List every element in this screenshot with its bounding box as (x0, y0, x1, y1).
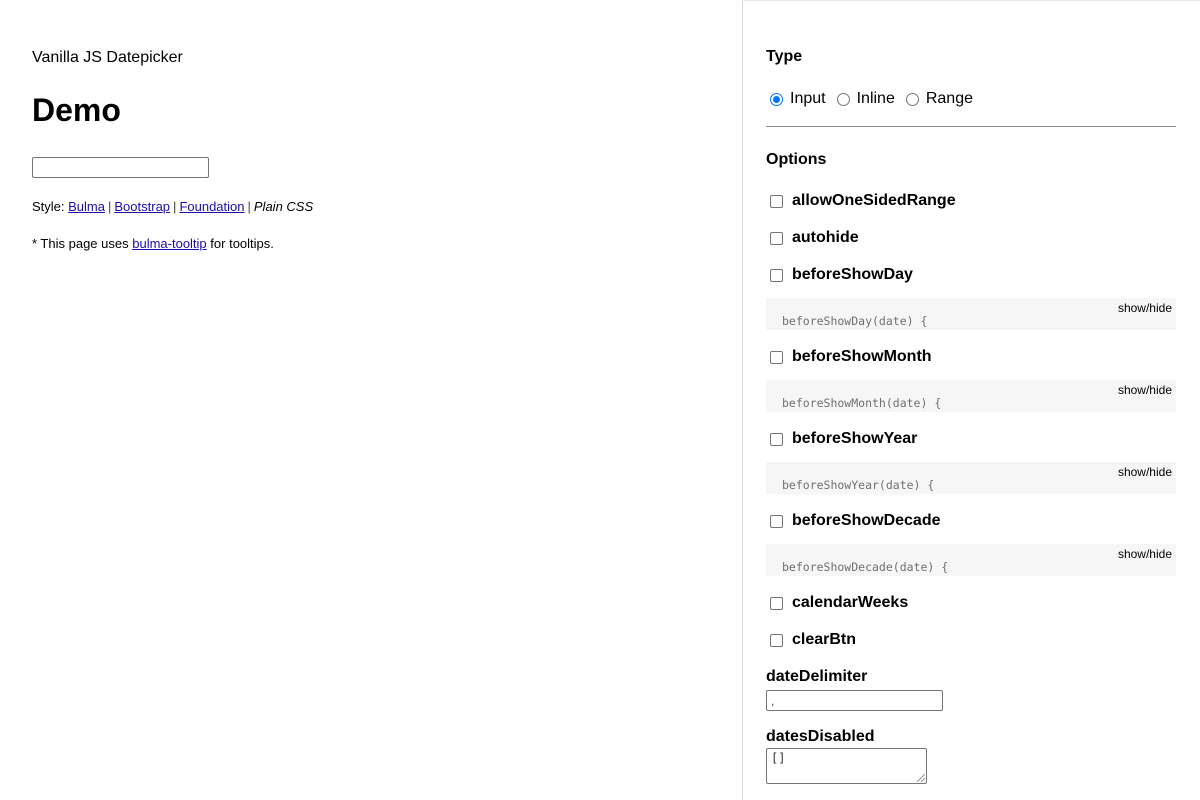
main-content: Vanilla JS Datepicker Demo Style: Bulma |… (32, 0, 712, 800)
checkbox[interactable] (770, 194, 783, 208)
tooltip-note: * This page uses bulma-tooltip for toolt… (32, 236, 274, 251)
style-link-bootstrap[interactable]: Bootstrap (114, 199, 170, 214)
type-heading: Type (766, 48, 803, 65)
note-prefix: * This page uses (32, 236, 129, 251)
option-label: beforeShowDecade (792, 512, 941, 529)
date-delimiter-label: dateDelimiter (766, 668, 868, 685)
separator: | (247, 199, 251, 214)
code-line: beforeShowMonth(date) { (782, 396, 942, 410)
type-radio-group: Input Inline Range (770, 90, 984, 108)
checkbox[interactable] (770, 268, 783, 282)
type-radio-input[interactable] (770, 92, 783, 106)
separator: | (173, 199, 177, 214)
show-hide-toggle[interactable]: show/hide (1118, 383, 1172, 397)
option-before-show-year[interactable]: beforeShowYear (770, 430, 917, 448)
checkbox[interactable] (770, 514, 783, 528)
type-radio-inline-label[interactable]: Inline (857, 90, 895, 108)
separator: | (108, 199, 112, 214)
code-line: beforeShowYear(date) { (782, 478, 935, 492)
note-suffix: for tooltips. (210, 236, 274, 251)
option-label: beforeShowDay (792, 266, 913, 283)
option-clear-btn[interactable]: clearBtn (770, 631, 856, 649)
datepicker-input[interactable] (32, 157, 209, 178)
code-block-before-show-month: show/hide beforeShowMonth(date) { (766, 380, 1176, 412)
option-autohide[interactable]: autohide (770, 229, 859, 247)
style-link-foundation[interactable]: Foundation (179, 199, 244, 214)
show-hide-toggle[interactable]: show/hide (1118, 547, 1172, 561)
option-before-show-month[interactable]: beforeShowMonth (770, 348, 932, 366)
code-line: beforeShowDay(date) { (782, 314, 928, 328)
code-line: beforeShowDecade(date) { (782, 560, 949, 574)
date-delimiter-input[interactable] (766, 690, 943, 711)
page-subtitle: Vanilla JS Datepicker (32, 49, 183, 66)
option-label: calendarWeeks (792, 594, 909, 611)
checkbox[interactable] (770, 633, 783, 647)
checkbox[interactable] (770, 350, 783, 364)
option-label: beforeShowMonth (792, 348, 932, 365)
code-block-before-show-day: show/hide beforeShowDay(date) { (766, 298, 1176, 330)
show-hide-toggle[interactable]: show/hide (1118, 301, 1172, 315)
option-label: clearBtn (792, 631, 857, 648)
option-label: beforeShowYear (792, 430, 918, 447)
style-switcher: Style: Bulma | Bootstrap | Foundation | Plain … (32, 199, 313, 214)
divider (766, 126, 1176, 127)
textarea-value: [] (771, 751, 786, 765)
type-radio-input-label[interactable]: Input (790, 90, 826, 108)
style-link-bulma[interactable]: Bulma (68, 199, 105, 214)
checkbox[interactable] (770, 596, 783, 610)
option-label: allowOneSidedRange (792, 192, 956, 209)
style-prefix: Style: (32, 199, 65, 214)
option-allow-one-sided-range[interactable]: allowOneSidedRange (770, 192, 956, 210)
show-hide-toggle[interactable]: show/hide (1118, 465, 1172, 479)
option-before-show-decade[interactable]: beforeShowDecade (770, 512, 940, 530)
option-label: autohide (792, 229, 859, 246)
page-title: Demo (32, 92, 121, 128)
type-radio-range[interactable] (905, 92, 919, 106)
bulma-tooltip-link[interactable]: bulma-tooltip (132, 236, 206, 251)
dates-disabled-label: datesDisabled (766, 728, 875, 745)
options-sidebar: Type Input Inline Range Options allowOne… (742, 0, 1200, 800)
checkbox[interactable] (770, 432, 783, 446)
resize-handle[interactable] (917, 774, 925, 782)
code-block-before-show-decade: show/hide beforeShowDecade(date) { (766, 544, 1176, 576)
dates-disabled-textarea[interactable]: [] (766, 748, 927, 784)
code-block-before-show-year: show/hide beforeShowYear(date) { (766, 462, 1176, 494)
style-current: Plain CSS (253, 199, 314, 214)
checkbox[interactable] (770, 231, 783, 245)
option-calendar-weeks[interactable]: calendarWeeks (770, 594, 908, 612)
type-radio-range-label[interactable]: Range (926, 90, 973, 108)
options-heading: Options (766, 151, 827, 168)
option-before-show-day[interactable]: beforeShowDay (770, 266, 913, 284)
type-radio-inline[interactable] (836, 92, 850, 106)
